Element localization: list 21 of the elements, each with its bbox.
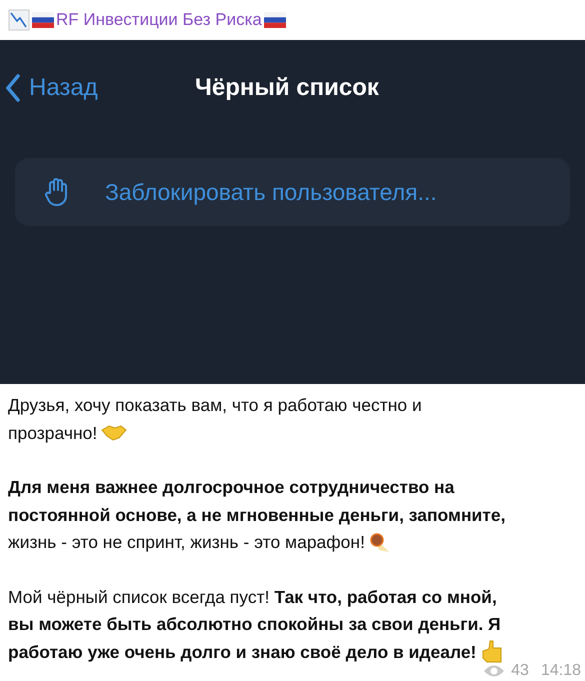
chart-icon [8, 9, 30, 31]
message-line: жизнь - это не спринт, жизнь - это марафон! [8, 531, 365, 554]
message-line: вы можете быть абсолютно спокойны за свои деньги. Я [8, 613, 501, 636]
channel-title: RF Инвестиции Без Риска [56, 10, 262, 30]
flag-icon [264, 12, 286, 28]
message-time: 14:18 [540, 662, 581, 680]
message-line: постоянной основе, а не мгновенные деньги, запомните, [8, 504, 506, 526]
back-link[interactable]: Назад [5, 74, 98, 102]
thumbs-up-icon [480, 639, 504, 666]
message-line: Для меня важнее долгосрочное сотрудничество на [8, 476, 454, 499]
flag-icon [32, 12, 54, 28]
message-line: Друзья, хочу показать вам, что я работаю честно и [8, 394, 422, 417]
message-line: работаю уже очень долго и знаю своё дело в идеале! [8, 640, 476, 664]
block-user-button[interactable]: Заблокировать пользователя... [15, 158, 570, 226]
message-line: прозрачно! [8, 422, 98, 445]
eye-icon [483, 664, 506, 678]
message-line: Мой чёрный список всегда пуст! Так что, работая со мной, [8, 586, 497, 609]
ball-icon [368, 532, 391, 554]
chevron-left-icon [5, 74, 21, 102]
view-count: 43 [511, 662, 529, 680]
screen-title: Чёрный список [195, 74, 379, 102]
